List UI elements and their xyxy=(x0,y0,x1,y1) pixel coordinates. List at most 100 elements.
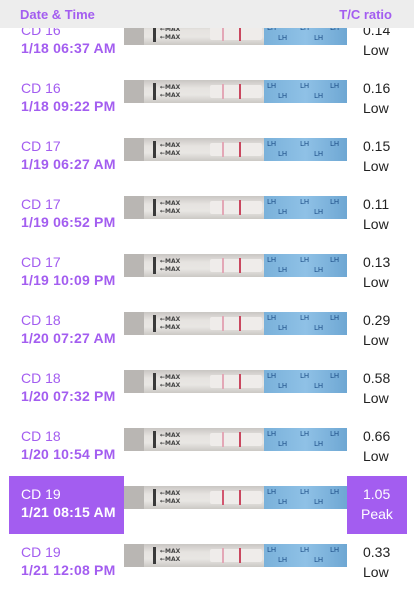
date-cell: CD 18 1/20 10:54 PM xyxy=(9,418,124,476)
tc-ratio-value: 0.15 xyxy=(363,138,391,154)
test-line xyxy=(222,316,224,331)
control-line xyxy=(239,432,241,447)
cycle-day: CD 17 xyxy=(21,254,61,270)
strip-wrapper: LH LH LH LH LH xyxy=(264,428,347,451)
max-label: ←MAX xyxy=(160,200,181,207)
test-strip-image[interactable]: ←MAX ←MAX LH LH LH LH LH xyxy=(124,544,347,567)
result-status: Low xyxy=(363,274,389,290)
test-datetime: 1/18 09:22 PM xyxy=(21,98,116,114)
test-strip-image[interactable]: ←MAX ←MAX LH LH LH LH LH xyxy=(124,486,347,509)
control-line xyxy=(239,490,241,505)
ratio-cell: 0.58 Low xyxy=(347,360,407,418)
test-row[interactable]: CD 17 1/19 06:52 PM ←MAX ←MAX LH LH LH L… xyxy=(0,186,414,244)
test-row[interactable]: CD 17 1/19 06:27 AM ←MAX ←MAX LH LH LH L… xyxy=(0,128,414,186)
tc-ratio-value: 0.58 xyxy=(363,370,391,386)
cycle-day: CD 19 xyxy=(21,486,61,502)
result-window xyxy=(210,27,262,40)
ratio-cell: 0.16 Low xyxy=(347,70,407,128)
test-line xyxy=(222,432,224,447)
date-cell: CD 19 1/21 12:08 PM xyxy=(9,534,124,592)
test-row[interactable]: CD 18 1/20 10:54 PM ←MAX ←MAX LH LH LH L… xyxy=(0,418,414,476)
ratio-cell: 0.66 Low xyxy=(347,418,407,476)
result-window xyxy=(210,491,262,504)
cycle-day: CD 18 xyxy=(21,428,61,444)
ratio-cell: 0.11 Low xyxy=(347,186,407,244)
max-label: ←MAX xyxy=(160,556,181,563)
strip-wrapper: LH LH LH LH LH xyxy=(264,138,347,161)
test-datetime: 1/19 10:09 PM xyxy=(21,272,116,288)
tc-ratio-value: 1.05 xyxy=(363,486,391,502)
test-row[interactable]: CD 18 1/20 07:27 AM ←MAX ←MAX LH LH LH L… xyxy=(0,302,414,360)
test-line xyxy=(222,200,224,215)
ratio-cell: 0.13 Low xyxy=(347,244,407,302)
max-label: ←MAX xyxy=(160,84,181,91)
strip-wrapper: LH LH LH LH LH xyxy=(264,254,347,277)
test-strip-image[interactable]: ←MAX ←MAX LH LH LH LH LH xyxy=(124,80,347,103)
control-line xyxy=(239,316,241,331)
tc-ratio-column-header[interactable]: T/C ratio xyxy=(339,7,392,22)
result-window xyxy=(210,375,262,388)
test-row[interactable]: CD 18 1/20 07:32 PM ←MAX ←MAX LH LH LH L… xyxy=(0,360,414,418)
test-line xyxy=(222,142,224,157)
control-line xyxy=(239,200,241,215)
test-line xyxy=(222,84,224,99)
result-window xyxy=(210,259,262,272)
test-line xyxy=(222,490,224,505)
strip-wrapper: LH LH LH LH LH xyxy=(264,312,347,335)
max-label: ←MAX xyxy=(160,324,181,331)
max-label: ←MAX xyxy=(160,490,181,497)
test-history-list[interactable]: CD 16 1/18 06:37 AM ←MAX ←MAX LH LH LH L… xyxy=(0,0,414,600)
date-time-column-header[interactable]: Date & Time xyxy=(20,7,95,22)
control-line xyxy=(239,548,241,563)
date-cell: CD 19 1/21 08:15 AM xyxy=(9,476,124,534)
control-line xyxy=(239,374,241,389)
max-label: ←MAX xyxy=(160,316,181,323)
result-status: Low xyxy=(363,158,389,174)
date-cell: CD 18 1/20 07:32 PM xyxy=(9,360,124,418)
tc-ratio-value: 0.11 xyxy=(363,196,390,212)
test-datetime: 1/20 07:27 AM xyxy=(21,330,116,346)
control-line xyxy=(239,84,241,99)
test-strip-image[interactable]: ←MAX ←MAX LH LH LH LH LH xyxy=(124,312,347,335)
strip-wrapper: LH LH LH LH LH xyxy=(264,486,347,509)
result-status: Low xyxy=(363,332,389,348)
control-line xyxy=(239,258,241,273)
result-window xyxy=(210,85,262,98)
date-cell: CD 17 1/19 06:52 PM xyxy=(9,186,124,244)
control-line xyxy=(239,26,241,41)
test-row-selected[interactable]: CD 19 1/21 08:15 AM ←MAX ←MAX LH LH LH L… xyxy=(0,476,414,534)
cycle-day: CD 18 xyxy=(21,370,61,386)
test-datetime: 1/20 07:32 PM xyxy=(21,388,116,404)
strip-wrapper: LH LH LH LH LH xyxy=(264,544,347,567)
test-row[interactable]: CD 17 1/19 10:09 PM ←MAX ←MAX LH LH LH L… xyxy=(0,244,414,302)
test-strip-image[interactable]: ←MAX ←MAX LH LH LH LH LH xyxy=(124,428,347,451)
test-line xyxy=(222,374,224,389)
test-strip-image[interactable]: ←MAX ←MAX LH LH LH LH LH xyxy=(124,370,347,393)
max-label: ←MAX xyxy=(160,208,181,215)
result-status: Low xyxy=(363,216,389,232)
date-cell: CD 17 1/19 10:09 PM xyxy=(9,244,124,302)
ratio-cell: 0.15 Low xyxy=(347,128,407,186)
ratio-cell: 0.33 Low xyxy=(347,534,407,592)
cycle-day: CD 16 xyxy=(21,80,61,96)
test-line xyxy=(222,26,224,41)
max-label: ←MAX xyxy=(160,498,181,505)
max-label: ←MAX xyxy=(160,374,181,381)
test-strip-image[interactable]: ←MAX ←MAX LH LH LH LH LH xyxy=(124,138,347,161)
test-strip-image[interactable]: ←MAX ←MAX LH LH LH LH LH xyxy=(124,196,347,219)
cycle-day: CD 19 xyxy=(21,544,61,560)
date-cell: CD 18 1/20 07:27 AM xyxy=(9,302,124,360)
test-datetime: 1/21 12:08 PM xyxy=(21,562,116,578)
strip-wrapper: LH LH LH LH LH xyxy=(264,196,347,219)
strip-wrapper: LH LH LH LH LH xyxy=(264,370,347,393)
result-status: Peak xyxy=(361,506,393,522)
test-row[interactable]: CD 19 1/21 12:08 PM ←MAX ←MAX LH LH LH L… xyxy=(0,534,414,592)
date-cell: CD 16 1/18 09:22 PM xyxy=(9,70,124,128)
result-window xyxy=(210,317,262,330)
test-datetime: 1/19 06:27 AM xyxy=(21,156,116,172)
control-line xyxy=(239,142,241,157)
test-row[interactable]: CD 16 1/18 09:22 PM ←MAX ←MAX LH LH LH L… xyxy=(0,70,414,128)
test-strip-image[interactable]: ←MAX ←MAX LH LH LH LH LH xyxy=(124,254,347,277)
strip-wrapper: LH LH LH LH LH xyxy=(264,80,347,103)
cycle-day: CD 17 xyxy=(21,196,61,212)
